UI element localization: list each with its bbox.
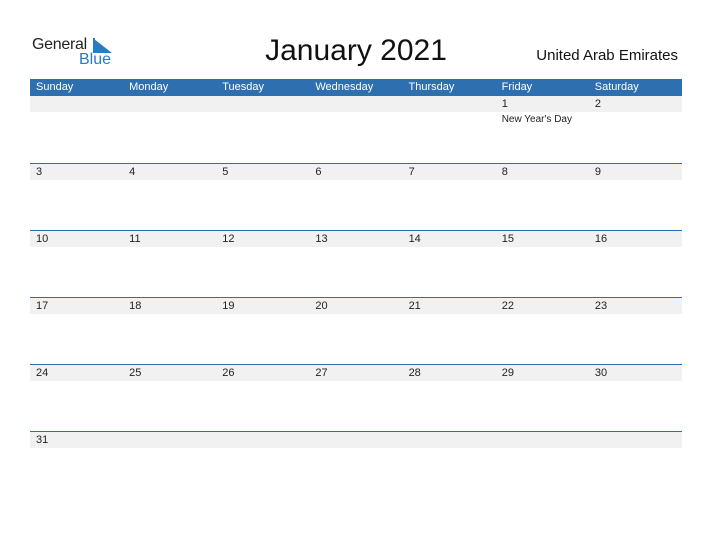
calendar-grid: Sunday Monday Tuesday Wednesday Thursday Frid…	[30, 79, 682, 498]
week-row: 24 25 26 27 28 29 30	[30, 364, 682, 431]
day-number: 10	[36, 233, 49, 245]
day-cell: 12	[216, 231, 309, 297]
day-number: 9	[594, 166, 601, 178]
day-cell	[30, 96, 123, 162]
day-cell	[216, 432, 309, 498]
day-cell	[309, 432, 402, 498]
day-number: 27	[315, 367, 328, 379]
day-number: 3	[36, 166, 43, 178]
day-number: 6	[315, 166, 322, 178]
day-cell	[496, 432, 589, 498]
day-cell: 17	[30, 298, 123, 364]
day-cell: 30	[589, 365, 682, 431]
day-number: 17	[36, 300, 49, 312]
day-cell: 21	[403, 298, 496, 364]
day-cell	[589, 432, 682, 498]
week-row: 31	[30, 431, 682, 498]
day-number: 8	[501, 166, 508, 178]
day-number: 22	[501, 300, 514, 312]
weekday-tuesday: Tuesday	[222, 81, 265, 93]
day-cell	[123, 432, 216, 498]
day-cell: 10	[30, 231, 123, 297]
day-number: 20	[315, 300, 328, 312]
day-cell: 24	[30, 365, 123, 431]
day-cell	[403, 96, 496, 162]
day-number: 24	[36, 367, 49, 379]
week-row: 3 4 5 6 7 8 9	[30, 163, 682, 230]
day-cell: 1 New Year's Day	[496, 96, 589, 162]
day-cell	[123, 96, 216, 162]
day-number: 4	[129, 166, 136, 178]
day-cell: 25	[123, 365, 216, 431]
day-cell: 15	[496, 231, 589, 297]
day-cell: 26	[216, 365, 309, 431]
day-number: 15	[501, 233, 514, 245]
weekday-saturday: Saturday	[594, 81, 639, 93]
weekday-thursday: Thursday	[408, 81, 455, 93]
day-number: 14	[408, 233, 421, 245]
day-cell: 3	[30, 164, 123, 230]
day-cell	[216, 96, 309, 162]
day-number: 28	[408, 367, 421, 379]
day-number: 16	[594, 233, 608, 245]
day-number: 26	[222, 367, 235, 379]
day-number: 25	[129, 367, 142, 379]
day-number: 13	[315, 233, 328, 245]
day-cell: 31	[30, 432, 123, 498]
country-label: United Arab Emirates	[536, 47, 678, 64]
day-number: 19	[222, 300, 235, 312]
day-cell: 9	[589, 164, 682, 230]
day-number: 7	[408, 166, 415, 178]
day-number: 30	[594, 367, 608, 379]
day-cell: 16	[589, 231, 682, 297]
week-row: 1 New Year's Day 2	[30, 96, 682, 163]
day-number: 5	[222, 166, 229, 178]
day-cell: 19	[216, 298, 309, 364]
day-cell: 20	[309, 298, 402, 364]
weekday-wednesday: Wednesday	[315, 81, 374, 93]
day-cell: 22	[496, 298, 589, 364]
day-cell: 7	[403, 164, 496, 230]
day-number: 11	[129, 233, 141, 245]
day-number: 31	[36, 434, 49, 446]
day-cell: 6	[309, 164, 402, 230]
day-cell: 29	[496, 365, 589, 431]
day-number: 12	[222, 233, 235, 245]
week-row: 17 18 19 20 21 22 23	[30, 297, 682, 364]
day-cell: 14	[403, 231, 496, 297]
day-cell: 5	[216, 164, 309, 230]
weekday-sunday: Sunday	[36, 81, 74, 93]
day-cell: 27	[309, 365, 402, 431]
day-cell: 18	[123, 298, 216, 364]
weekday-friday: Friday	[501, 81, 533, 93]
weekday-header: Sunday Monday Tuesday Wednesday Thursday Frid…	[30, 79, 682, 96]
day-cell	[403, 432, 496, 498]
day-cell: 2	[589, 96, 682, 162]
day-number: 18	[129, 300, 142, 312]
day-cell: 23	[589, 298, 682, 364]
day-cell: 4	[123, 164, 216, 230]
day-number: 23	[594, 300, 608, 312]
day-cell: 11	[123, 231, 216, 297]
day-number: 2	[594, 98, 601, 110]
day-number: 29	[501, 367, 514, 379]
day-number: 1	[501, 98, 508, 110]
day-cell: 8	[496, 164, 589, 230]
day-cell: 13	[309, 231, 402, 297]
day-cell: 28	[403, 365, 496, 431]
day-cell	[309, 96, 402, 162]
weekday-monday: Monday	[129, 81, 169, 93]
week-row: 10 11 12 13 14 15 16	[30, 230, 682, 297]
holiday-label: New Year's Day	[501, 114, 572, 125]
day-number: 21	[408, 300, 421, 312]
